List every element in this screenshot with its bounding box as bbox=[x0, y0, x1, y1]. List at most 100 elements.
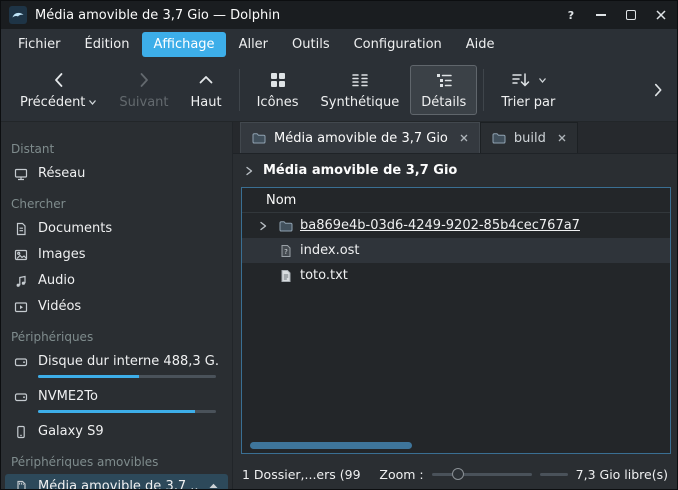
unknown-file-icon: ? bbox=[278, 243, 294, 259]
sidebar-item-audio[interactable]: Audio bbox=[5, 268, 228, 293]
horizontal-scrollbar[interactable] bbox=[250, 442, 658, 449]
close-icon bbox=[557, 133, 567, 143]
tab-close-button[interactable] bbox=[459, 133, 469, 143]
chevron-left-icon bbox=[49, 70, 69, 90]
menu-aide[interactable]: Aide bbox=[455, 32, 506, 57]
menu-affichage[interactable]: Affichage bbox=[142, 32, 225, 57]
up-button[interactable]: Haut bbox=[180, 65, 233, 115]
sidebar-item-documents[interactable]: Documents bbox=[5, 216, 228, 241]
toolbar-separator bbox=[239, 69, 240, 111]
menubar: Fichier Édition Affichage Aller Outils C… bbox=[1, 29, 677, 59]
chevron-right-icon bbox=[649, 81, 667, 99]
forward-button[interactable]: Suivant bbox=[108, 65, 179, 115]
file-name[interactable]: index.ost bbox=[300, 243, 360, 258]
tab-bar: Média amovible de 3,7 Gio build bbox=[233, 122, 677, 154]
file-row-index-ost[interactable]: ? index.ost bbox=[242, 238, 670, 263]
close-icon bbox=[459, 133, 469, 143]
items-summary: 1 Dossier,...ers (99 o) bbox=[242, 467, 365, 482]
sidebar-item-disque-interne[interactable]: Disque dur interne 488,3 G... bbox=[5, 349, 228, 383]
sort-label: Trier par bbox=[501, 95, 555, 110]
icons-label: Icônes bbox=[257, 95, 299, 110]
toolbar-overflow-button[interactable] bbox=[647, 77, 669, 103]
section-header-amovibles: Périphériques amovibles bbox=[1, 445, 232, 474]
sidebar-item-videos[interactable]: Vidéos bbox=[5, 294, 228, 319]
svg-text:?: ? bbox=[568, 9, 574, 22]
section-header-peripheriques: Périphériques bbox=[1, 320, 232, 349]
hard-drive-icon bbox=[13, 389, 29, 405]
chevron-right-icon bbox=[134, 70, 154, 90]
folder-icon bbox=[491, 130, 507, 146]
column-header-name[interactable]: Nom bbox=[266, 193, 296, 208]
titlebar[interactable]: Média amovible de 3,7 Gio — Dolphin ? bbox=[1, 1, 677, 29]
expand-arrow-icon[interactable] bbox=[254, 220, 272, 232]
image-icon bbox=[13, 247, 29, 263]
breadcrumb[interactable]: Média amovible de 3,7 Gio bbox=[233, 154, 677, 187]
tab-label: build bbox=[514, 131, 546, 146]
back-label: Précédent bbox=[20, 95, 85, 110]
video-icon bbox=[13, 299, 29, 315]
file-name[interactable]: toto.txt bbox=[300, 268, 348, 283]
app-icon bbox=[9, 6, 27, 24]
zoom-slider-track[interactable] bbox=[432, 473, 532, 476]
disk-usage-bar bbox=[38, 410, 216, 413]
svg-text:?: ? bbox=[284, 247, 288, 255]
details-label: Détails bbox=[421, 95, 466, 110]
menu-aller[interactable]: Aller bbox=[228, 32, 279, 57]
sidebar-item-media-amovible[interactable]: Média amovible de 3,7 ... bbox=[5, 474, 228, 489]
menu-edition[interactable]: Édition bbox=[74, 32, 141, 57]
sidebar-item-reseau[interactable]: Réseau bbox=[5, 161, 228, 186]
chevron-right-icon bbox=[243, 165, 255, 177]
section-header-chercher: Chercher bbox=[1, 187, 232, 216]
file-row-folder[interactable]: ba869e4b-03d6-4249-9202-85b4cec767a7 bbox=[242, 213, 670, 238]
sidebar-item-nvme2to[interactable]: NVME2To bbox=[5, 384, 228, 418]
maximize-button[interactable] bbox=[623, 7, 639, 23]
scrollbar-thumb[interactable] bbox=[250, 442, 412, 449]
tab-media-amovible[interactable]: Média amovible de 3,7 Gio bbox=[240, 122, 480, 153]
sort-by-button[interactable]: Trier par bbox=[490, 65, 566, 115]
help-button[interactable]: ? bbox=[563, 7, 579, 23]
breadcrumb-current-folder[interactable]: Média amovible de 3,7 Gio bbox=[263, 163, 457, 178]
back-button[interactable]: Précédent bbox=[9, 65, 108, 115]
sidebar-item-galaxy-s9[interactable]: Galaxy S9 bbox=[5, 419, 228, 444]
minimize-button[interactable] bbox=[593, 7, 609, 23]
close-icon bbox=[655, 9, 667, 21]
icons-view-icon bbox=[268, 70, 288, 90]
icons-view-button[interactable]: Icônes bbox=[246, 65, 310, 115]
file-view[interactable]: Nom ba869e4b-03d6-4249-9202-85b4cec767a7… bbox=[241, 187, 671, 454]
column-headers: Nom bbox=[242, 188, 670, 213]
sort-icon bbox=[510, 70, 530, 90]
text-file-icon bbox=[278, 268, 294, 284]
menu-configuration[interactable]: Configuration bbox=[343, 32, 453, 57]
sd-card-icon bbox=[13, 479, 29, 490]
tab-close-button[interactable] bbox=[557, 133, 567, 143]
folder-icon bbox=[251, 130, 267, 146]
hard-drive-icon bbox=[13, 354, 29, 370]
compact-view-icon bbox=[350, 70, 370, 90]
audio-icon bbox=[13, 273, 29, 289]
compact-view-button[interactable]: Synthétique bbox=[310, 65, 411, 115]
caret-down-icon bbox=[88, 99, 97, 106]
caret-down-icon bbox=[538, 77, 547, 84]
file-row-toto-txt[interactable]: toto.txt bbox=[242, 263, 670, 288]
eject-button[interactable] bbox=[207, 481, 220, 490]
menu-fichier[interactable]: Fichier bbox=[7, 32, 72, 57]
details-view-button[interactable]: Détails bbox=[410, 65, 477, 115]
minimize-icon bbox=[596, 14, 606, 16]
eject-icon bbox=[207, 481, 220, 490]
section-header-distant: Distant bbox=[1, 132, 232, 161]
forward-label: Suivant bbox=[119, 95, 168, 110]
file-name[interactable]: ba869e4b-03d6-4249-9202-85b4cec767a7 bbox=[300, 218, 580, 233]
zoom-slider[interactable] bbox=[432, 467, 532, 481]
menu-outils[interactable]: Outils bbox=[281, 32, 341, 57]
zoom-label: Zoom : bbox=[379, 467, 423, 482]
window-title: Média amovible de 3,7 Gio — Dolphin bbox=[35, 8, 280, 23]
close-button[interactable] bbox=[653, 7, 669, 23]
tab-build[interactable]: build bbox=[480, 122, 578, 153]
main-toolbar: Précédent Suivant Haut Icônes bbox=[1, 59, 677, 122]
tab-label: Média amovible de 3,7 Gio bbox=[274, 131, 448, 146]
document-icon bbox=[13, 221, 29, 237]
folder-icon bbox=[278, 218, 294, 234]
sidebar-item-images[interactable]: Images bbox=[5, 242, 228, 267]
zoom-slider-handle[interactable] bbox=[452, 468, 464, 480]
maximize-icon bbox=[626, 10, 636, 20]
